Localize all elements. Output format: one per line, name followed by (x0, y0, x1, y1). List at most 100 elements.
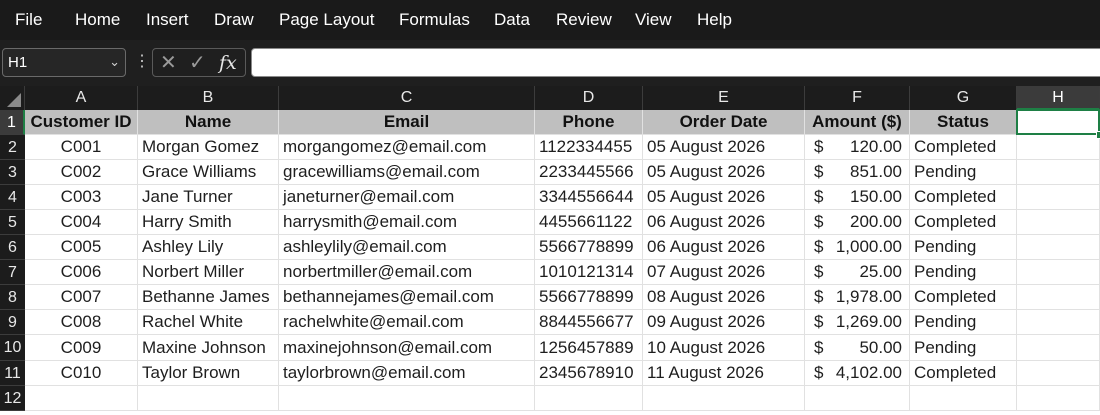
cell-b11[interactable]: Taylor Brown (138, 361, 279, 386)
column-header-e[interactable]: E (643, 86, 805, 110)
menu-review[interactable]: Review (556, 9, 612, 31)
cell-f7[interactable]: $25.00 (805, 260, 910, 285)
cell-f5[interactable]: $200.00 (805, 210, 910, 235)
cell-a5[interactable]: C004 (25, 210, 138, 235)
cell-f12[interactable] (805, 386, 910, 411)
cell-h3[interactable] (1017, 160, 1100, 185)
cell-a9[interactable]: C008 (25, 310, 138, 335)
cell-d8[interactable]: 5566778899 (535, 285, 643, 310)
enter-icon[interactable]: ✓ (189, 52, 206, 74)
cell-d2[interactable]: 1122334455 (535, 135, 643, 160)
cell-a12[interactable] (25, 386, 138, 411)
column-header-c[interactable]: C (279, 86, 535, 110)
cell-a2[interactable]: C001 (25, 135, 138, 160)
cell-b10[interactable]: Maxine Johnson (138, 335, 279, 361)
cell-h10[interactable] (1017, 335, 1100, 361)
cell-d10[interactable]: 1256457889 (535, 335, 643, 361)
cell-f11[interactable]: $4,102.00 (805, 361, 910, 386)
cell-d4[interactable]: 3344556644 (535, 185, 643, 210)
column-header-b[interactable]: B (138, 86, 279, 110)
column-header-a[interactable]: A (25, 86, 138, 110)
column-header-d[interactable]: D (535, 86, 643, 110)
column-header-h[interactable]: H (1017, 86, 1100, 110)
cell-e7[interactable]: 07 August 2026 (643, 260, 805, 285)
menu-file[interactable]: File (15, 9, 42, 31)
cell-a1[interactable]: Customer ID (25, 110, 138, 135)
cell-d7[interactable]: 1010121314 (535, 260, 643, 285)
cell-g10[interactable]: Pending (910, 335, 1017, 361)
cell-g1[interactable]: Status (910, 110, 1017, 135)
cell-g6[interactable]: Pending (910, 235, 1017, 260)
row-header-9[interactable]: 9 (0, 310, 25, 335)
cell-g9[interactable]: Pending (910, 310, 1017, 335)
cell-b9[interactable]: Rachel White (138, 310, 279, 335)
cell-b1[interactable]: Name (138, 110, 279, 135)
cell-e9[interactable]: 09 August 2026 (643, 310, 805, 335)
cell-a6[interactable]: C005 (25, 235, 138, 260)
cell-c4[interactable]: janeturner@email.com (279, 185, 535, 210)
cancel-icon[interactable]: ✕ (160, 52, 177, 74)
cell-h7[interactable] (1017, 260, 1100, 285)
row-header-4[interactable]: 4 (0, 185, 25, 210)
cell-c6[interactable]: ashleylily@email.com (279, 235, 535, 260)
select-all-button[interactable] (0, 86, 25, 110)
cell-f3[interactable]: $851.00 (805, 160, 910, 185)
cell-b4[interactable]: Jane Turner (138, 185, 279, 210)
cell-b12[interactable] (138, 386, 279, 411)
cell-e2[interactable]: 05 August 2026 (643, 135, 805, 160)
cell-g3[interactable]: Pending (910, 160, 1017, 185)
cell-a7[interactable]: C006 (25, 260, 138, 285)
cell-h5[interactable] (1017, 210, 1100, 235)
more-options-icon[interactable]: ⋮ (134, 53, 150, 71)
cell-h2[interactable] (1017, 135, 1100, 160)
cell-f4[interactable]: $150.00 (805, 185, 910, 210)
row-header-2[interactable]: 2 (0, 135, 25, 160)
cell-d5[interactable]: 4455661122 (535, 210, 643, 235)
cell-a8[interactable]: C007 (25, 285, 138, 310)
cell-f6[interactable]: $1,000.00 (805, 235, 910, 260)
row-header-1[interactable]: 1 (0, 110, 25, 135)
row-header-10[interactable]: 10 (0, 335, 25, 361)
cell-b3[interactable]: Grace Williams (138, 160, 279, 185)
cell-c8[interactable]: bethannejames@email.com (279, 285, 535, 310)
menu-data[interactable]: Data (494, 9, 530, 31)
menu-view[interactable]: View (635, 9, 672, 31)
cell-a4[interactable]: C003 (25, 185, 138, 210)
column-header-g[interactable]: G (910, 86, 1017, 110)
cell-e12[interactable] (643, 386, 805, 411)
cell-f1[interactable]: Amount ($) (805, 110, 910, 135)
cell-c5[interactable]: harrysmith@email.com (279, 210, 535, 235)
cell-d12[interactable] (535, 386, 643, 411)
cell-e4[interactable]: 05 August 2026 (643, 185, 805, 210)
insert-function-icon[interactable]: fx (219, 52, 237, 74)
cell-a11[interactable]: C010 (25, 361, 138, 386)
cell-h11[interactable] (1017, 361, 1100, 386)
cell-f9[interactable]: $1,269.00 (805, 310, 910, 335)
cell-d9[interactable]: 8844556677 (535, 310, 643, 335)
cell-e5[interactable]: 06 August 2026 (643, 210, 805, 235)
cell-e3[interactable]: 05 August 2026 (643, 160, 805, 185)
cell-c2[interactable]: morgangomez@email.com (279, 135, 535, 160)
cell-e11[interactable]: 11 August 2026 (643, 361, 805, 386)
cell-b8[interactable]: Bethanne James (138, 285, 279, 310)
active-cell-selection[interactable] (1016, 109, 1100, 135)
row-header-5[interactable]: 5 (0, 210, 25, 235)
cell-e6[interactable]: 06 August 2026 (643, 235, 805, 260)
menu-draw[interactable]: Draw (214, 9, 254, 31)
menu-help[interactable]: Help (697, 9, 732, 31)
column-header-f[interactable]: F (805, 86, 910, 110)
cell-g12[interactable] (910, 386, 1017, 411)
cell-a10[interactable]: C009 (25, 335, 138, 361)
row-header-3[interactable]: 3 (0, 160, 25, 185)
name-box[interactable]: H1 ⌄ (2, 48, 126, 77)
chevron-down-icon[interactable]: ⌄ (109, 54, 120, 70)
cell-g7[interactable]: Pending (910, 260, 1017, 285)
cell-b5[interactable]: Harry Smith (138, 210, 279, 235)
cell-h4[interactable] (1017, 185, 1100, 210)
cell-c1[interactable]: Email (279, 110, 535, 135)
cell-g11[interactable]: Completed (910, 361, 1017, 386)
cell-e8[interactable]: 08 August 2026 (643, 285, 805, 310)
menu-page-layout[interactable]: Page Layout (279, 9, 374, 31)
row-header-6[interactable]: 6 (0, 235, 25, 260)
cell-h8[interactable] (1017, 285, 1100, 310)
